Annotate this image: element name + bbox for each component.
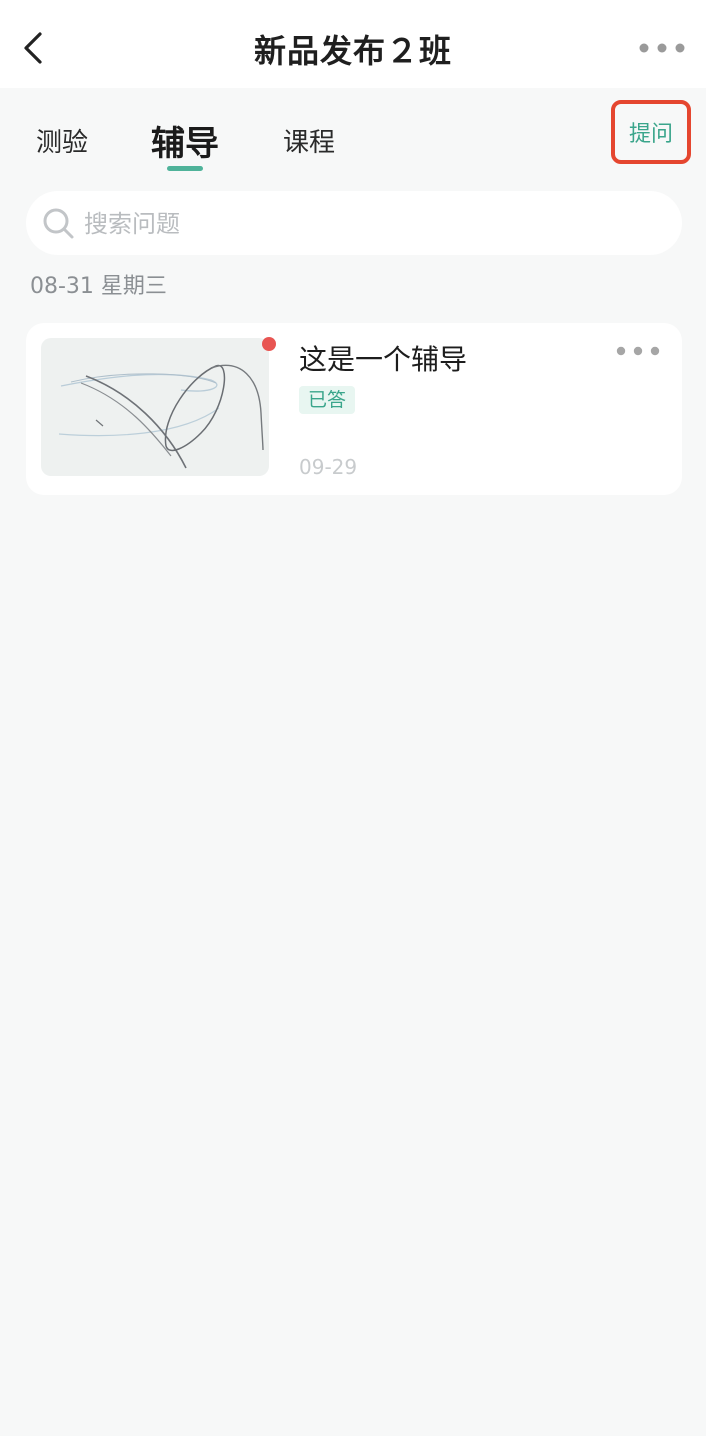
card-title: 这是一个辅导 [299,343,468,376]
tab-bar: 测验 辅导 课程 [0,100,706,180]
handwriting-sketch-image [41,338,269,476]
card-date: 09-29 [299,455,358,479]
more-horizontal-icon[interactable] [636,38,688,58]
tab-course[interactable]: 课程 [283,122,335,159]
tab-quiz[interactable]: 测验 [36,122,88,159]
search-bar[interactable] [26,191,682,257]
unread-dot [262,337,276,351]
tutoring-card[interactable]: 这是一个辅导 已答 09-29 [26,323,682,495]
status-badge: 已答 [299,386,356,414]
active-tab-indicator [167,166,203,171]
ask-question-button[interactable]: 提问 [611,100,691,164]
search-icon [43,208,74,239]
nav-bar: 新品发布２班 [0,0,706,88]
date-group-header: 08-31 星期三 [30,274,167,299]
search-input[interactable] [82,191,666,257]
page-title: 新品发布２班 [253,32,452,70]
more-horizontal-icon[interactable] [614,343,662,359]
tab-tutoring[interactable]: 辅导 [151,116,219,165]
